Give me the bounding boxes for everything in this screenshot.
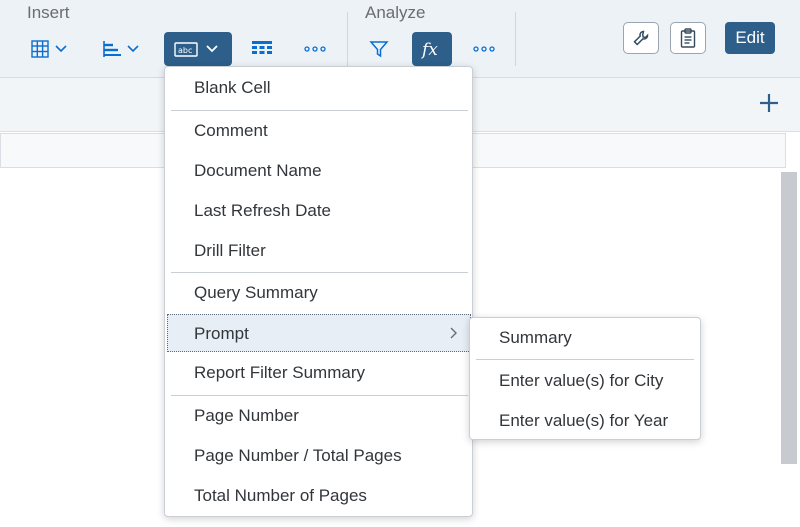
clipboard-icon bbox=[680, 28, 696, 48]
menu-divider bbox=[171, 272, 468, 273]
group-separator bbox=[515, 12, 516, 66]
menu-item-comment[interactable]: Comment bbox=[165, 112, 472, 150]
menu-item-page-number[interactable]: Page Number bbox=[165, 397, 472, 435]
analyze-group-label: Analyze bbox=[365, 3, 426, 22]
insert-free-standing-button[interactable] bbox=[245, 32, 279, 66]
menu-item-label: Page Number bbox=[194, 406, 299, 425]
clipboard-button[interactable] bbox=[670, 22, 706, 54]
menu-item-query-summary[interactable]: Query Summary bbox=[165, 274, 472, 312]
menu-item-drill-filter[interactable]: Drill Filter bbox=[165, 232, 472, 270]
table-grid-icon bbox=[31, 40, 67, 58]
analyze-more-button[interactable] bbox=[467, 32, 501, 66]
submenu-item-label: Summary bbox=[499, 328, 572, 347]
menu-item-total-number-of-pages[interactable]: Total Number of Pages bbox=[165, 477, 472, 515]
insert-cell-button[interactable]: abc bbox=[164, 32, 232, 66]
wrench-icon bbox=[633, 30, 649, 46]
prompt-submenu: Summary Enter value(s) for City Enter va… bbox=[469, 317, 701, 440]
menu-item-blank-cell[interactable]: Blank Cell bbox=[165, 69, 472, 107]
plus-icon bbox=[760, 94, 778, 112]
menu-item-label: Page Number / Total Pages bbox=[194, 446, 402, 465]
submenu-item-summary[interactable]: Summary bbox=[470, 319, 700, 357]
cell-matrix-icon bbox=[252, 41, 272, 54]
menu-item-label: Document Name bbox=[194, 161, 322, 180]
edit-button[interactable]: Edit bbox=[725, 22, 775, 54]
menu-item-label: Last Refresh Date bbox=[194, 201, 332, 220]
insert-group-label: Insert bbox=[27, 3, 70, 22]
insert-more-button[interactable] bbox=[298, 32, 332, 66]
menu-item-label: Drill Filter bbox=[194, 241, 266, 260]
text-cell-icon: abc bbox=[174, 42, 218, 57]
menu-item-label: Comment bbox=[194, 121, 268, 140]
fx-formula-icon: fx bbox=[420, 40, 438, 60]
more-dots-icon bbox=[304, 46, 326, 52]
filter-button[interactable] bbox=[362, 32, 396, 66]
menu-item-label: Blank Cell bbox=[194, 78, 271, 97]
add-button[interactable] bbox=[756, 90, 782, 116]
insert-cell-menu: Blank Cell Comment Document Name Last Re… bbox=[164, 66, 473, 517]
chevron-right-icon bbox=[450, 327, 457, 339]
menu-item-label: Total Number of Pages bbox=[194, 486, 367, 505]
menu-item-report-filter-summary[interactable]: Report Filter Summary bbox=[165, 354, 472, 392]
svg-text:fx: fx bbox=[420, 40, 438, 60]
vertical-scrollbar[interactable] bbox=[781, 172, 797, 464]
submenu-item-enter-year[interactable]: Enter value(s) for Year bbox=[470, 402, 700, 440]
submenu-item-enter-city[interactable]: Enter value(s) for City bbox=[470, 362, 700, 400]
filter-funnel-icon bbox=[369, 41, 389, 58]
menu-item-label: Query Summary bbox=[194, 283, 318, 302]
menu-item-document-name[interactable]: Document Name bbox=[165, 152, 472, 190]
tools-button[interactable] bbox=[623, 22, 659, 54]
insert-table-button[interactable] bbox=[24, 32, 74, 66]
menu-item-label: Report Filter Summary bbox=[194, 363, 365, 382]
more-dots-icon bbox=[473, 46, 495, 52]
bar-chart-icon bbox=[103, 41, 139, 57]
menu-divider bbox=[476, 359, 694, 360]
menu-item-last-refresh-date[interactable]: Last Refresh Date bbox=[165, 192, 472, 230]
menu-divider bbox=[171, 110, 468, 111]
insert-chart-button[interactable] bbox=[96, 32, 148, 66]
submenu-item-label: Enter value(s) for Year bbox=[499, 411, 669, 430]
menu-item-prompt[interactable]: Prompt bbox=[167, 314, 471, 352]
menu-divider bbox=[171, 395, 468, 396]
svg-text:abc: abc bbox=[178, 46, 192, 55]
group-separator bbox=[347, 12, 348, 66]
menu-item-label: Prompt bbox=[194, 324, 249, 343]
menu-item-page-number-total-pages[interactable]: Page Number / Total Pages bbox=[165, 437, 472, 475]
submenu-item-label: Enter value(s) for City bbox=[499, 371, 664, 390]
formula-button[interactable]: fx bbox=[412, 32, 452, 66]
